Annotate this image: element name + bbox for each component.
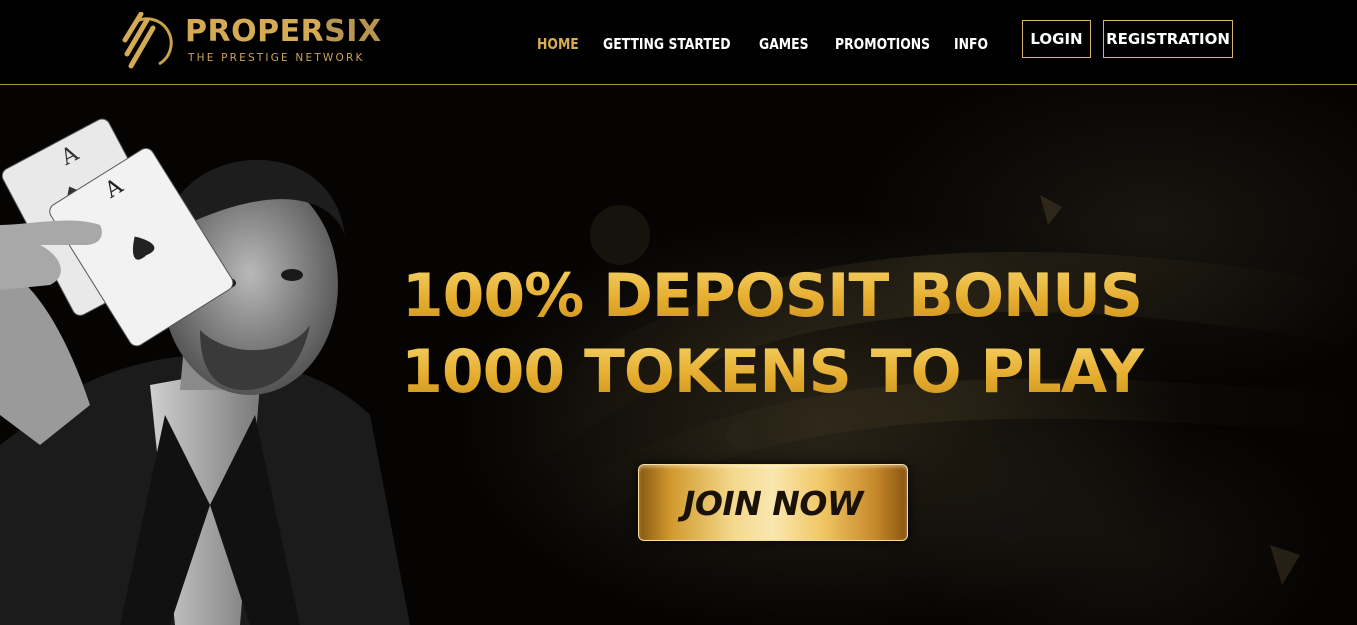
chip-icon: [726, 421, 754, 449]
hero-headline-line1: 100% DEPOSIT BONUS: [372, 260, 1172, 332]
brand-name-part2: SIX: [324, 14, 382, 49]
diamond-icon: [1040, 195, 1062, 225]
hero-headline-line2: 1000 TOKENS TO PLAY: [372, 336, 1172, 408]
brand-tagline: THE PRESTIGE NETWORK: [188, 52, 365, 64]
main-nav: HOME GETTING STARTED GAMES PROMOTIONS IN…: [537, 34, 994, 54]
hero-banner: A A 100% DEPOSIT BONUS 1000 TOKENS TO PL…: [0, 85, 1357, 625]
login-button[interactable]: LOGIN: [1022, 20, 1091, 58]
diamond-icon: [1270, 545, 1300, 585]
nav-item-games[interactable]: GAMES: [759, 34, 829, 54]
nav-item-info[interactable]: INFO: [954, 34, 991, 54]
join-now-button[interactable]: JOIN NOW: [638, 464, 908, 541]
nav-item-promotions[interactable]: PROMOTIONS: [835, 34, 944, 54]
join-now-label: JOIN NOW: [683, 484, 863, 523]
nav-item-getting-started[interactable]: GETTING STARTED: [603, 34, 747, 54]
stripes-ring-logo-icon: [122, 12, 173, 69]
chip-icon: [590, 205, 650, 265]
brand-logo[interactable]: PROPERSIX THE PRESTIGE NETWORK: [121, 12, 381, 72]
site-header: PROPERSIX THE PRESTIGE NETWORK HOME GETT…: [0, 0, 1357, 85]
nav-item-home[interactable]: HOME: [537, 34, 598, 54]
registration-button[interactable]: REGISTRATION: [1103, 20, 1233, 58]
brand-name: PROPERSIX: [185, 15, 382, 49]
brand-name-part1: PROPER: [185, 14, 325, 49]
chip-icon: [992, 507, 1028, 543]
